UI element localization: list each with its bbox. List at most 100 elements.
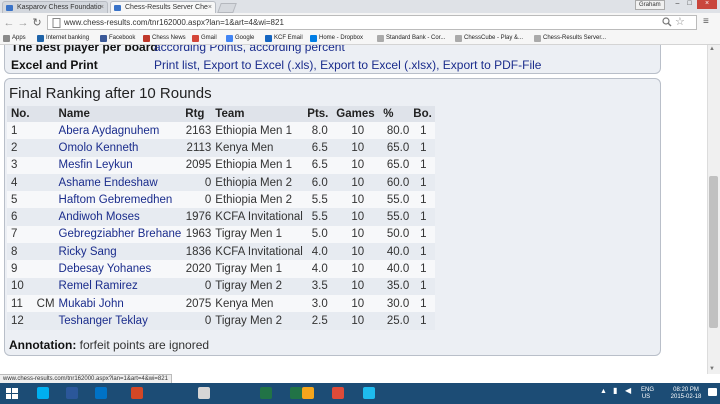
- word-icon[interactable]: [61, 384, 83, 403]
- bookmark-dropbox[interactable]: Home - Dropbox: [310, 33, 363, 44]
- bookmark-chess-news[interactable]: Chess News: [143, 33, 186, 44]
- close-icon[interactable]: ×: [208, 2, 212, 13]
- reload-icon[interactable]: ↻: [31, 16, 43, 30]
- bookmark-facebook[interactable]: Facebook: [100, 33, 135, 44]
- col-board[interactable]: Bo.: [411, 106, 436, 122]
- cell-name[interactable]: Abera Aydagnuhem: [56, 122, 184, 140]
- cell-name[interactable]: Andiwoh Moses: [56, 208, 184, 226]
- maximize-icon[interactable]: □: [684, 0, 695, 9]
- cell-name[interactable]: Remel Ramirez: [56, 277, 184, 295]
- search-icon[interactable]: [662, 17, 672, 27]
- cell-board: 1: [411, 225, 436, 244]
- annotation: Annotation: forfeit points are ignored: [9, 338, 209, 352]
- cell-games: 10: [334, 294, 382, 313]
- cell-pts: 3.0: [305, 294, 335, 313]
- notification-icon[interactable]: [708, 388, 718, 401]
- cell-team: KCFA Invitational: [213, 243, 306, 261]
- cell-rtg: 1963: [183, 225, 214, 244]
- link-export-pdf[interactable]: Export to PDF-File: [443, 58, 542, 72]
- keyboard-language[interactable]: ENG US: [641, 387, 654, 401]
- skype-icon[interactable]: [32, 384, 54, 403]
- tray-chevron-icon[interactable]: ▲: [600, 388, 607, 395]
- cell-board: 1: [411, 122, 436, 140]
- app-13-icon[interactable]: [297, 384, 319, 403]
- bookmark-standard-bank[interactable]: Standard Bank - Cor...: [377, 33, 445, 44]
- col-team[interactable]: Team: [213, 106, 306, 122]
- col-rtg[interactable]: Rtg: [183, 106, 214, 122]
- forward-icon[interactable]: →: [17, 16, 29, 30]
- cell-board: 1: [411, 294, 436, 313]
- link-according-percent[interactable]: according percent: [249, 45, 344, 54]
- internet-explorer-icon[interactable]: [358, 384, 380, 403]
- cell-name[interactable]: Ashame Endeshaw: [56, 173, 184, 192]
- excel-icon[interactable]: [255, 384, 277, 403]
- tab-kasparov[interactable]: Kasparov Chess Foundatio ×: [2, 1, 108, 13]
- cell-team: Tigray Men 2: [213, 312, 306, 330]
- cell-name[interactable]: Haftom Gebremedhen: [56, 191, 184, 209]
- col-games[interactable]: Games: [334, 106, 382, 122]
- cell-no: 9: [7, 260, 32, 278]
- outlook-icon[interactable]: [90, 384, 112, 403]
- cell-games: 10: [334, 191, 382, 209]
- windows-start-icon[interactable]: [2, 384, 22, 403]
- cell-board: 1: [411, 173, 436, 192]
- network-icon[interactable]: ▮: [613, 387, 617, 395]
- col-percent[interactable]: %: [381, 106, 412, 122]
- menu-icon[interactable]: ≡: [703, 16, 709, 27]
- clock[interactable]: 08:20 PM 2015-02-18: [668, 387, 704, 401]
- link-print-list[interactable]: Print list: [154, 58, 197, 72]
- cell-name[interactable]: Ricky Sang: [56, 243, 184, 261]
- link-according-points[interactable]: according Points: [154, 45, 243, 54]
- calculator-icon[interactable]: [193, 384, 215, 403]
- cell-pts: 6.0: [305, 173, 335, 192]
- cell-games: 10: [334, 225, 382, 244]
- bookmark-chess-results[interactable]: Chess-Results Server...: [534, 33, 606, 44]
- bookmark-google[interactable]: Google: [226, 33, 254, 44]
- cell-rtg: 0: [183, 191, 214, 209]
- bookmark-kcf-email[interactable]: KCF Email: [265, 33, 303, 44]
- col-name[interactable]: Name: [56, 106, 184, 122]
- ranking-title: Final Ranking after 10 Rounds: [9, 85, 212, 102]
- scrollbar-thumb[interactable]: [709, 176, 718, 328]
- tab-chess-results[interactable]: Chess-Results Server Che ×: [110, 1, 216, 13]
- volume-icon[interactable]: ◀: [625, 387, 631, 395]
- star-icon[interactable]: ☆: [675, 15, 685, 28]
- bookmark-gmail[interactable]: Gmail: [192, 33, 217, 44]
- cell-name[interactable]: Gebregziabher Brehane: [56, 225, 184, 244]
- chrome-icon[interactable]: [327, 384, 349, 403]
- cell-name[interactable]: Mesfin Leykun: [56, 156, 184, 174]
- col-pts[interactable]: Pts.: [305, 106, 335, 122]
- cell-team: KCFA Invitational: [213, 208, 306, 226]
- bookmark-apps[interactable]: Apps: [3, 33, 26, 44]
- cell-percent: 80.0: [381, 122, 412, 140]
- scroll-up-icon[interactable]: ▲: [709, 46, 715, 52]
- url-text[interactable]: www.chess-results.com/tnr162000.aspx?lan…: [64, 17, 284, 28]
- back-icon[interactable]: ←: [3, 16, 15, 30]
- cell-name[interactable]: Omolo Kenneth: [56, 139, 184, 157]
- cell-percent: 50.0: [381, 225, 412, 244]
- close-icon[interactable]: ×: [100, 2, 104, 13]
- col-no[interactable]: No.: [7, 106, 32, 122]
- dropbox-icon: [310, 35, 317, 42]
- scroll-down-icon[interactable]: ▼: [709, 366, 715, 372]
- cell-name[interactable]: Debesay Yohanes: [56, 260, 184, 278]
- bookmark-internet-banking[interactable]: Internet banking: [37, 33, 89, 44]
- annotation-text: forfeit points are ignored: [79, 338, 210, 352]
- page-icon: [377, 35, 384, 42]
- minimize-icon[interactable]: –: [672, 0, 683, 9]
- close-window-icon[interactable]: ×: [697, 0, 717, 9]
- powerpoint-icon[interactable]: [126, 384, 148, 403]
- cell-games: 10: [334, 277, 382, 295]
- link-export-xlsx[interactable]: Export to Excel (.xlsx): [320, 58, 436, 72]
- cell-no: 12: [7, 312, 32, 330]
- profile-button[interactable]: Graham: [635, 0, 665, 10]
- bookmark-chesscube[interactable]: ChessCube - Play &...: [455, 33, 523, 44]
- chess-news-icon: [143, 35, 150, 42]
- cell-name[interactable]: Mukabi John: [56, 294, 184, 313]
- cell-percent: 40.0: [381, 243, 412, 261]
- apps-icon: [3, 35, 10, 42]
- link-export-xls[interactable]: Export to Excel (.xls): [203, 58, 313, 72]
- page-icon: [52, 18, 61, 28]
- cell-name[interactable]: Teshanger Teklay: [56, 312, 184, 330]
- tab-label: Kasparov Chess Foundatio: [17, 4, 102, 11]
